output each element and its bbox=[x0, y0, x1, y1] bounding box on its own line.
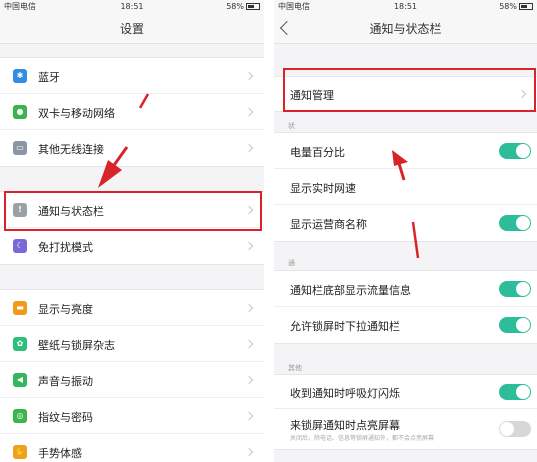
red-arrow-down-icon bbox=[98, 160, 122, 188]
red-arrow-up-icon bbox=[392, 150, 408, 166]
annotation-stroke bbox=[411, 221, 420, 259]
annotation-arrows bbox=[98, 93, 420, 259]
annotation-stroke bbox=[138, 93, 150, 109]
